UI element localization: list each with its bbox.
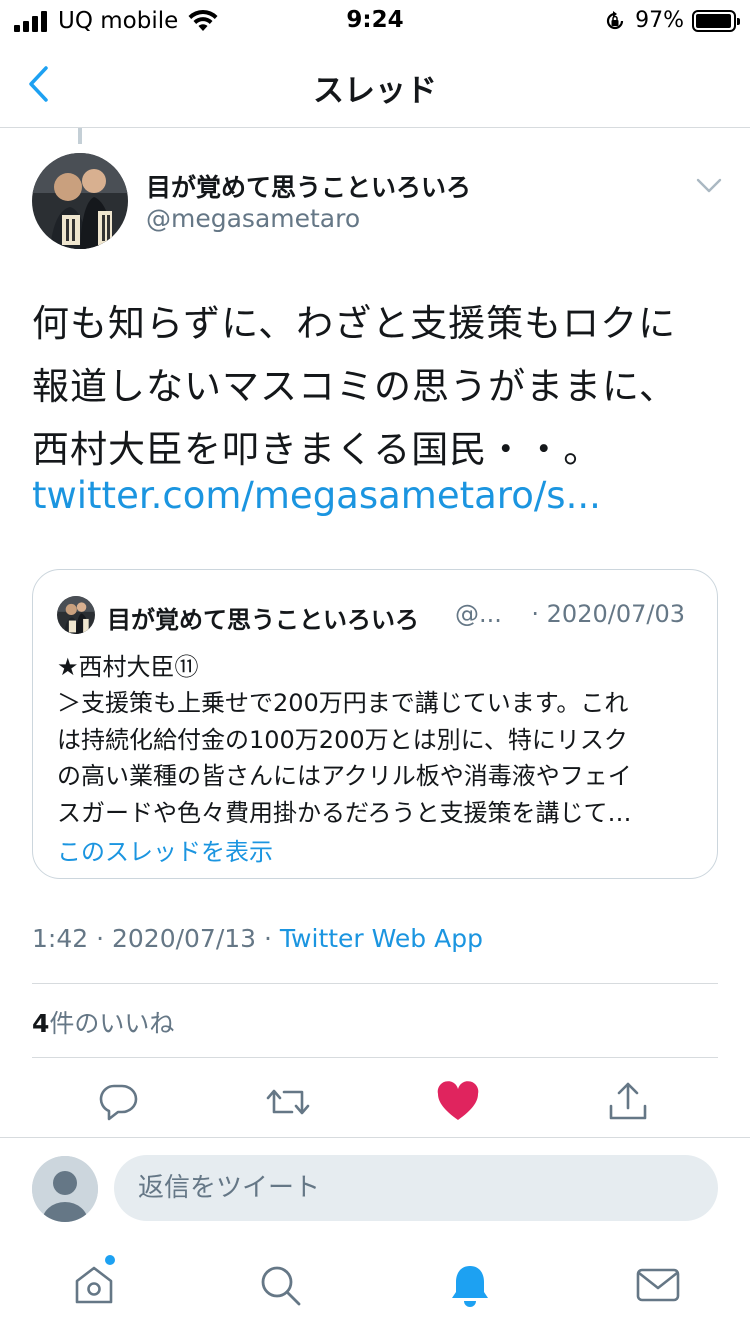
tweet-date: 2020/07/13 (111, 924, 257, 953)
display-name[interactable]: 目が覚めて思うこといろいろ (146, 168, 471, 204)
quoted-text-line: ＞支援策も上乗せで200万円まで講じています。これ (57, 689, 629, 718)
meta-separator: · (88, 924, 112, 953)
reply-input[interactable] (114, 1155, 718, 1221)
orientation-lock-icon (607, 10, 624, 29)
quoted-tweet-card[interactable]: 目が覚めて思うこといろいろ @... · 2020/07/03 ★西村大臣⑪ ＞… (32, 569, 718, 879)
tweet-text: 何も知らずに、わざと支援策もロクに 報道しないマスコミの思うがままに、 西村大臣… (32, 292, 722, 481)
avatar-image (32, 153, 128, 249)
status-bar: UQ mobile 9:24 97% (0, 0, 750, 40)
status-right: 97% (603, 8, 740, 33)
quoted-text-line: スガードや色々費用掛かるだろうと支援策を講じて… (57, 798, 632, 827)
avatar[interactable] (32, 153, 128, 249)
user-avatar[interactable] (32, 1156, 98, 1222)
quoted-text-line: は持続化給付金の100万200万とは別に、特にリスク (57, 725, 628, 754)
source-app-link[interactable]: Twitter Web App (280, 924, 483, 953)
heart-icon[interactable] (434, 1078, 482, 1126)
tweet-text-line: 西村大臣を叩きまくる国民・・。 (32, 428, 602, 471)
quoted-text: ★西村大臣⑪ ＞支援策も上乗せで200万円まで講じています。これ は持続化給付金… (57, 649, 697, 831)
reply-icon[interactable] (94, 1078, 142, 1126)
quoted-avatar-image (57, 596, 95, 634)
divider (32, 983, 718, 984)
battery-fill (696, 13, 731, 28)
quoted-text-line: の高い業種の皆さんにはアクリル板や消毒液やフェイ (57, 762, 632, 791)
quoted-display-name: 目が覚めて思うこといろいろ (107, 606, 419, 634)
page-title: スレッド (313, 73, 437, 109)
likes-count[interactable]: 4件のいいね (32, 1004, 174, 1040)
meta-separator: · (256, 924, 280, 953)
notifications-icon[interactable] (446, 1261, 494, 1309)
battery-percent: 97% (635, 8, 684, 33)
chevron-down-icon[interactable] (696, 172, 722, 198)
show-thread-link[interactable]: このスレッドを表示 (57, 832, 273, 867)
quoted-handle: @... (455, 600, 502, 628)
likes-label: 件のいいね (49, 1009, 175, 1038)
nav-bar: スレッド (0, 40, 750, 128)
quoted-avatar (57, 596, 95, 634)
share-icon[interactable] (604, 1078, 652, 1126)
likes-number: 4 (32, 1009, 50, 1038)
search-icon[interactable] (256, 1261, 304, 1309)
tweet-actions (0, 1078, 750, 1126)
divider (32, 1057, 718, 1058)
reply-bar (0, 1137, 750, 1237)
default-avatar-icon (32, 1156, 98, 1222)
tweet-text-line: 報道しないマスコミの思うがままに、 (32, 365, 677, 408)
home-icon[interactable] (70, 1261, 118, 1309)
battery-icon (692, 9, 740, 32)
tweet-meta: 1:42 · 2020/07/13 · Twitter Web App (32, 924, 483, 953)
retweet-icon[interactable] (264, 1078, 312, 1126)
quoted-text-line: ★西村大臣⑪ (57, 653, 199, 681)
quoted-date: · 2020/07/03 (531, 600, 685, 628)
user-handle[interactable]: @megasametaro (146, 204, 360, 233)
tweet-text-line: 何も知らずに、わざと支援策もロクに (32, 302, 677, 345)
messages-icon[interactable] (634, 1261, 682, 1309)
home-unread-dot (105, 1255, 115, 1265)
tweet-time: 1:42 (32, 924, 89, 953)
tweet-link[interactable]: twitter.com/megasametaro/s... (32, 474, 601, 517)
thread-connector (78, 128, 82, 144)
tab-bar (0, 1237, 750, 1334)
